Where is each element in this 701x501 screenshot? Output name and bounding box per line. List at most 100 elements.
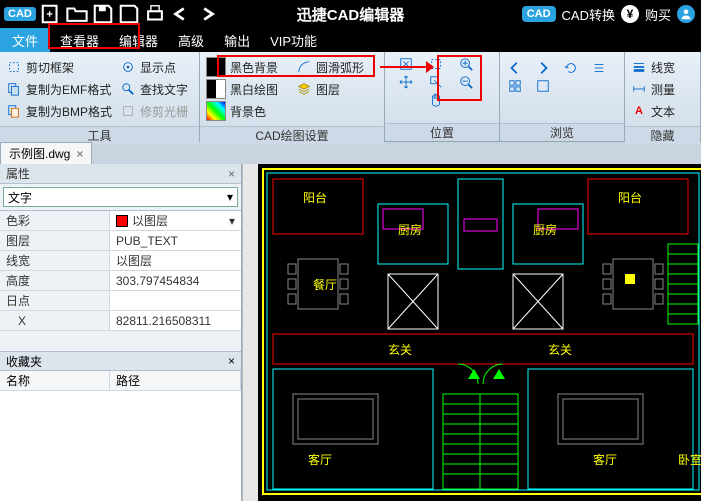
label: 黑色背景 xyxy=(230,59,278,76)
prop-value[interactable]: PUB_TEXT xyxy=(110,231,241,250)
label: 复制为EMF格式 xyxy=(26,81,111,98)
label: 显示点 xyxy=(140,59,176,76)
thumb-icon[interactable] xyxy=(535,78,551,94)
grid-icon[interactable] xyxy=(507,78,523,94)
zoom-out-icon[interactable] xyxy=(458,74,474,90)
buy-button[interactable]: 购买 xyxy=(645,5,671,24)
close-tab-icon[interactable]: × xyxy=(76,147,83,161)
menu-vip[interactable]: VIP功能 xyxy=(260,28,327,52)
redo-icon[interactable] xyxy=(196,3,218,25)
setting-layers[interactable]: 图层 xyxy=(296,78,378,100)
menu-bar: 文件 查看器 编辑器 高级 输出 VIP功能 xyxy=(0,28,701,52)
col-path[interactable]: 路径 xyxy=(110,371,241,390)
panel-scrollbar[interactable] xyxy=(242,164,258,501)
col-name[interactable]: 名称 xyxy=(0,371,110,390)
svg-text:厨房: 厨房 xyxy=(398,222,422,237)
prop-row-layer[interactable]: 图层PUB_TEXT xyxy=(0,231,241,251)
favorites-list-header: 名称 路径 xyxy=(0,371,241,391)
prop-value[interactable]: 以图层 xyxy=(110,251,241,270)
tool-find-text[interactable]: 查找文字 xyxy=(120,78,193,100)
setting-smooth-arc[interactable]: 圆滑弧形 xyxy=(296,56,378,78)
refresh-icon[interactable] xyxy=(563,60,579,76)
color-swatch xyxy=(116,215,128,227)
bmp-icon xyxy=(6,103,22,119)
menu-file[interactable]: 文件 xyxy=(0,28,50,52)
prop-value[interactable]: 以图层 ▾ xyxy=(110,211,241,230)
panel-title: 属性 xyxy=(6,165,30,182)
svg-text:客厅: 客厅 xyxy=(308,452,332,467)
svg-text:玄关: 玄关 xyxy=(548,342,572,357)
prop-key: X xyxy=(0,311,110,330)
convert-button[interactable]: CAD转换 xyxy=(562,5,615,24)
menu-output[interactable]: 输出 xyxy=(214,28,260,52)
favorites-close-icon[interactable]: × xyxy=(228,354,235,368)
prop-value[interactable] xyxy=(110,291,241,310)
bgcolor-icon xyxy=(206,101,226,121)
next-icon[interactable] xyxy=(535,60,551,76)
prop-row-lineweight[interactable]: 线宽以图层 xyxy=(0,251,241,271)
save-icon[interactable] xyxy=(92,3,114,25)
label: 文本 xyxy=(651,103,675,120)
setting-bw-draw[interactable]: 黑白绘图 xyxy=(206,78,288,100)
hand-icon[interactable] xyxy=(428,92,444,108)
fit-icon[interactable] xyxy=(398,56,414,72)
new-icon[interactable] xyxy=(40,3,62,25)
tool-copy-bmp[interactable]: 复制为BMP格式 xyxy=(6,100,112,122)
convert-badge: CAD xyxy=(522,6,556,22)
label: 线宽 xyxy=(651,59,675,76)
yen-icon[interactable]: ¥ xyxy=(621,5,639,23)
prop-row-height[interactable]: 高度303.797454834 xyxy=(0,271,241,291)
chevron-down-icon: ▾ xyxy=(227,190,233,204)
user-icon[interactable] xyxy=(677,5,695,23)
document-tab[interactable]: 示例图.dwg × xyxy=(0,142,92,164)
label: 图层 xyxy=(316,81,340,98)
prop-row-x[interactable]: X82811.216508311 xyxy=(0,311,241,331)
prop-row-origin[interactable]: 日点 xyxy=(0,291,241,311)
label: 圆滑弧形 xyxy=(316,59,364,76)
prev-icon[interactable] xyxy=(507,60,523,76)
drawing-canvas[interactable]: 阳台 阳台 厨房 厨房 餐厅 xyxy=(258,164,701,501)
value-text: 以图层 xyxy=(132,212,168,229)
main-area: 属性 × 文字 ▾ 色彩 以图层▾ 图层PUB_TEXT 线宽以图层 高度303… xyxy=(0,164,701,501)
move-icon[interactable] xyxy=(398,74,414,90)
layers-icon xyxy=(296,81,312,97)
setting-black-bg[interactable]: 黑色背景 xyxy=(206,56,288,78)
chevron-down-icon[interactable]: ▾ xyxy=(229,214,235,228)
setting-bgcolor[interactable]: 背景色 xyxy=(206,100,288,122)
menu-editor[interactable]: 编辑器 xyxy=(109,28,168,52)
prop-row-color[interactable]: 色彩 以图层▾ xyxy=(0,211,241,231)
label: 复制为BMP格式 xyxy=(26,103,112,120)
properties-panel: 属性 × 文字 ▾ 色彩 以图层▾ 图层PUB_TEXT 线宽以图层 高度303… xyxy=(0,164,242,501)
hide-text[interactable]: A文本 xyxy=(631,100,694,122)
svg-text:厨房: 厨房 xyxy=(533,222,557,237)
zoom-in-icon[interactable] xyxy=(458,56,474,72)
hide-measure[interactable]: 测量 xyxy=(631,78,694,100)
tool-show-point[interactable]: 显示点 xyxy=(120,56,193,78)
prop-value[interactable]: 82811.216508311 xyxy=(110,311,241,330)
hide-lineweight[interactable]: 线宽 xyxy=(631,56,694,78)
group-label: 浏览 xyxy=(500,123,624,141)
svg-text:阳台: 阳台 xyxy=(618,190,642,205)
print-icon[interactable] xyxy=(144,3,166,25)
zoom-extents-icon[interactable] xyxy=(428,56,444,72)
tool-crop-frame[interactable]: 剪切框架 xyxy=(6,56,112,78)
zoom-window-icon[interactable] xyxy=(428,74,444,90)
ribbon-group-tools: 剪切框架 显示点 复制为EMF格式 查找文字 复制为BMP格式 修剪光栅 工具 xyxy=(0,52,200,141)
lineweight-icon xyxy=(631,59,647,75)
svg-text:阳台: 阳台 xyxy=(303,190,327,205)
tool-copy-emf[interactable]: 复制为EMF格式 xyxy=(6,78,112,100)
undo-icon[interactable] xyxy=(170,3,192,25)
group-label: 隐藏 xyxy=(625,126,700,144)
saveas-icon[interactable] xyxy=(118,3,140,25)
panel-close-icon[interactable]: × xyxy=(228,167,235,181)
prop-value[interactable]: 303.797454834 xyxy=(110,271,241,290)
panel-header: 属性 × xyxy=(0,164,241,184)
menu-advanced[interactable]: 高级 xyxy=(168,28,214,52)
ribbon-group-hide: 线宽 测量 A文本 隐藏 xyxy=(625,52,701,141)
cad-drawing: 阳台 阳台 厨房 厨房 餐厅 xyxy=(258,164,701,501)
list-icon[interactable] xyxy=(591,60,607,76)
crop-icon xyxy=(6,59,22,75)
category-dropdown[interactable]: 文字 ▾ xyxy=(3,187,238,207)
open-icon[interactable] xyxy=(66,3,88,25)
menu-viewer[interactable]: 查看器 xyxy=(50,28,109,52)
